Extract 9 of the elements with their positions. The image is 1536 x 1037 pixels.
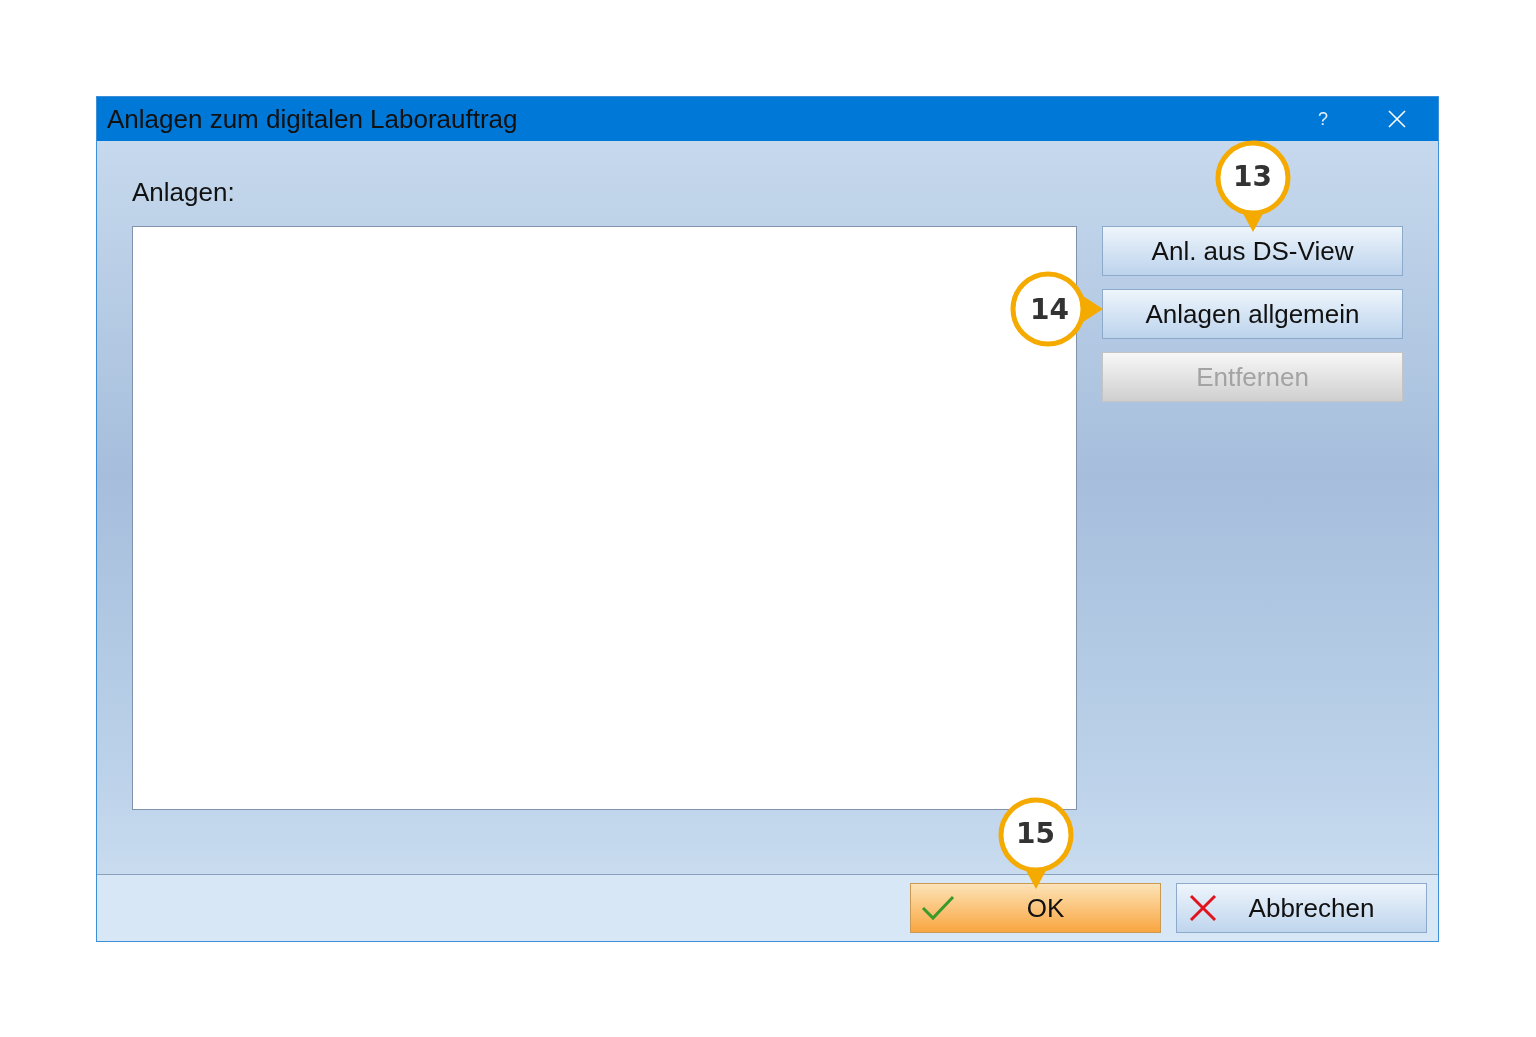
side-button[interactable]: Anlagen allgemein xyxy=(1102,289,1403,339)
checkmark-icon xyxy=(921,894,955,922)
ok-button[interactable]: OK xyxy=(910,883,1161,933)
window-title: Anlagen zum digitalen Laborauftrag xyxy=(107,103,519,135)
close-icon[interactable] xyxy=(1388,110,1406,128)
help-button[interactable]: ? xyxy=(1318,108,1328,130)
side-button[interactable]: Anl. aus DS-View xyxy=(1102,226,1403,276)
cancel-button[interactable]: Abbrechen xyxy=(1176,883,1427,933)
attachments-label: Anlagen: xyxy=(132,177,235,208)
